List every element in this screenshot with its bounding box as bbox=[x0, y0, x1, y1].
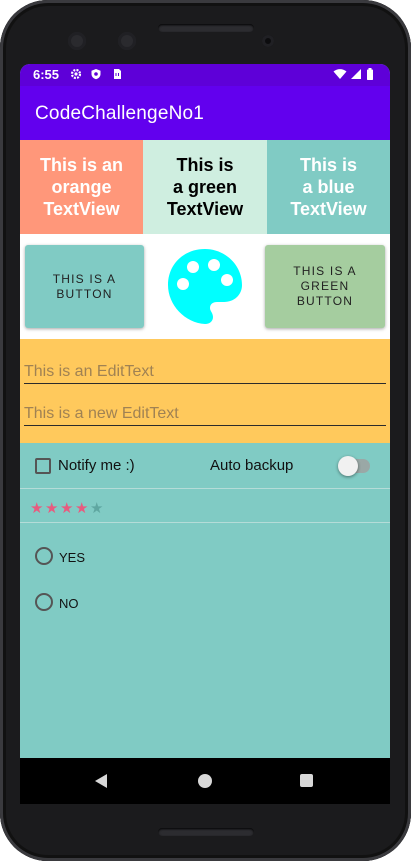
blue-text-line: TextView bbox=[290, 199, 367, 219]
app-title: CodeChallengeNo1 bbox=[35, 103, 205, 124]
divider bbox=[20, 488, 390, 489]
back-icon[interactable] bbox=[95, 774, 107, 788]
recents-icon[interactable] bbox=[300, 774, 313, 787]
options-row: Notify me :) Auto backup bbox=[20, 443, 390, 489]
second-edit-text[interactable]: This is a new EditText bbox=[24, 396, 386, 426]
switch-knob[interactable] bbox=[338, 456, 358, 476]
palette-icon bbox=[168, 249, 242, 324]
status-bar: 6:55 bbox=[20, 64, 390, 86]
rating-bar[interactable]: ★ ★ ★ ★ ★ bbox=[30, 499, 105, 517]
green-text-line: This is bbox=[176, 155, 234, 175]
phone-frame: 6:55 CodeChallengeNo1 This is an orange … bbox=[0, 0, 411, 861]
star-filled-icon[interactable]: ★ bbox=[60, 499, 75, 517]
home-icon[interactable] bbox=[198, 774, 212, 788]
top-speaker bbox=[158, 24, 254, 32]
no-radio-button[interactable] bbox=[35, 593, 53, 611]
yes-radio-button[interactable] bbox=[35, 547, 53, 565]
orange-text-line: TextView bbox=[43, 199, 120, 219]
app-bar: CodeChallengeNo1 bbox=[20, 86, 390, 140]
green-button-label-line: THIS IS A bbox=[293, 264, 357, 278]
green-text-line: a green bbox=[172, 177, 238, 197]
auto-backup-label: Auto backup bbox=[210, 457, 294, 474]
signal-icon bbox=[351, 69, 361, 79]
green-text-line: TextView bbox=[166, 199, 244, 219]
button-row: THIS IS A BUTTON THIS IS A GREEN BUTTON bbox=[20, 234, 390, 339]
green-text-view: This is a green TextView bbox=[143, 140, 267, 234]
green-button-label-line: GREEN bbox=[300, 279, 350, 293]
button[interactable]: THIS IS A BUTTON bbox=[25, 245, 144, 328]
gear-icon bbox=[70, 68, 82, 80]
first-edit-text[interactable]: This is an EditText bbox=[24, 354, 386, 384]
divider bbox=[20, 522, 390, 523]
shield-icon bbox=[91, 69, 101, 80]
no-radio-label[interactable]: NO bbox=[59, 596, 79, 611]
wifi-icon bbox=[333, 69, 347, 79]
green-button[interactable]: THIS IS A GREEN BUTTON bbox=[265, 245, 385, 328]
star-filled-icon[interactable]: ★ bbox=[45, 499, 60, 517]
notify-checkbox-label[interactable]: Notify me :) bbox=[58, 457, 135, 474]
button-label-line: THIS IS A bbox=[52, 271, 117, 286]
proximity-sensor-icon bbox=[262, 35, 274, 47]
front-camera-icon bbox=[68, 32, 86, 50]
star-filled-icon[interactable]: ★ bbox=[75, 499, 90, 517]
navigation-bar bbox=[20, 758, 390, 804]
battery-icon bbox=[367, 68, 373, 80]
blue-text-line: This is bbox=[299, 155, 357, 175]
front-sensor-icon bbox=[118, 32, 136, 50]
status-time: 6:55 bbox=[33, 67, 60, 82]
auto-backup-switch[interactable] bbox=[338, 456, 370, 476]
star-empty-icon[interactable]: ★ bbox=[90, 499, 105, 517]
app-screen: 6:55 CodeChallengeNo1 This is an orange … bbox=[20, 64, 390, 804]
orange-text-line: orange bbox=[51, 177, 112, 197]
edit-text-section: This is an EditText This is a new EditTe… bbox=[20, 339, 390, 443]
blue-text-line: a blue bbox=[302, 177, 355, 197]
blue-text-view: This is a blue TextView bbox=[267, 140, 390, 234]
green-button-label-line: BUTTON bbox=[296, 294, 354, 308]
orange-text-view: This is an orange TextView bbox=[20, 140, 143, 234]
notify-checkbox[interactable] bbox=[35, 458, 51, 474]
orange-text-line: This is an bbox=[39, 155, 124, 175]
yes-radio-label[interactable]: YES bbox=[59, 550, 85, 565]
button-label-line: BUTTON bbox=[56, 286, 113, 301]
sim-card-icon bbox=[114, 69, 121, 79]
star-filled-icon[interactable]: ★ bbox=[30, 499, 45, 517]
bottom-speaker bbox=[158, 828, 254, 836]
